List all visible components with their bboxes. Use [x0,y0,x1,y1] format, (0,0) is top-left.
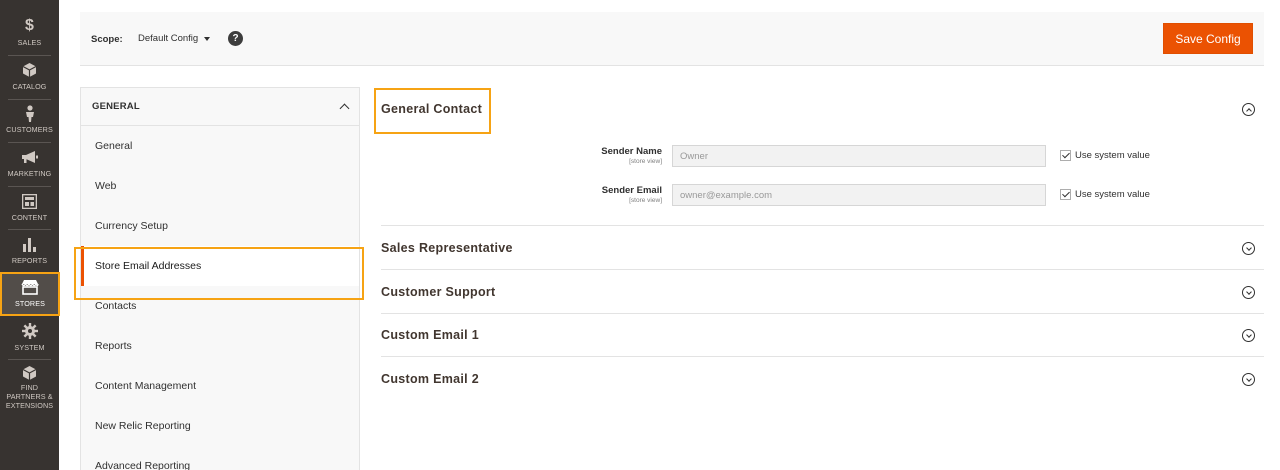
section-title: Sales Representative [381,241,513,255]
chevron-up-icon [339,103,350,114]
nav-item-reports[interactable]: REPORTS [0,233,59,276]
nav-label: REPORTS [11,256,48,265]
nav-item-customers[interactable]: CUSTOMERS [0,102,59,145]
field-label-text: Sender Name [601,146,662,157]
nav-item-sales[interactable]: $ SALES [0,15,59,58]
use-system-value-checkbox[interactable]: Use system value [1060,150,1150,161]
admin-sidebar: $ SALES CATALOG CUSTOMERS MARKETING CONT… [0,0,60,470]
config-item-currency-setup[interactable]: Currency Setup [81,206,359,246]
nav-label: FIND PARTNERS & EXTENSIONS [5,383,54,410]
config-item-contacts[interactable]: Contacts [81,286,359,326]
section-general-contact: General Contact Sender Name [store view]… [381,87,1264,226]
chevron-down-icon[interactable] [1242,286,1255,299]
config-group-title: GENERAL [92,101,140,112]
nav-item-stores[interactable]: STORES [0,272,60,316]
nav-divider [8,55,51,56]
field-label: Sender Name [store view] [601,146,662,165]
section-title: Custom Email 2 [381,372,479,386]
nav-label: CATALOG [12,82,47,91]
nav-divider [8,99,51,100]
section-customer-support[interactable]: Customer Support [381,270,1264,314]
config-item-new-relic-reporting[interactable]: New Relic Reporting [81,406,359,446]
scope-label: Scope: [91,34,123,45]
save-config-button[interactable]: Save Config [1163,23,1253,54]
nav-item-content[interactable]: CONTENT [0,190,59,233]
nav-label: CUSTOMERS [6,125,53,134]
config-item-web[interactable]: Web [81,166,359,206]
config-sidebar: GENERAL General Web Currency Setup Store… [80,87,360,470]
sender-email-input[interactable]: owner@example.com [672,184,1046,206]
nav-item-find-partners[interactable]: FIND PARTNERS & EXTENSIONS [0,363,59,410]
section-sales-representative[interactable]: Sales Representative [381,226,1264,270]
help-icon[interactable]: ? [228,31,243,46]
section-custom-email-2[interactable]: Custom Email 2 [381,357,1264,401]
sender-name-input[interactable]: Owner [672,145,1046,167]
config-item-list: General Web Currency Setup Store Email A… [81,126,359,470]
field-scope-text: [store view] [629,158,662,165]
config-item-reports[interactable]: Reports [81,326,359,366]
storefront-icon [21,278,39,296]
nav-label: STORES [14,299,46,308]
chevron-down-icon[interactable] [1242,329,1255,342]
config-item-content-management[interactable]: Content Management [81,366,359,406]
extensions-box-icon [22,365,37,381]
gear-icon [21,322,38,340]
field-sender-name: Sender Name [store view] Owner Use syste… [381,145,1264,169]
nav-label: CONTENT [11,213,48,222]
field-sender-email: Sender Email [store view] owner@example.… [381,184,1264,208]
chevron-down-icon[interactable] [1242,242,1255,255]
nav-item-system[interactable]: SYSTEM [0,320,59,363]
field-label-text: Sender Email [601,185,662,196]
chevron-up-icon[interactable] [1242,103,1255,116]
megaphone-icon [21,148,38,166]
customers-person-icon [24,104,36,122]
use-system-value-label: Use system value [1075,189,1150,200]
page-actions-bar: Scope: Default Config ? Save Config [80,12,1264,66]
nav-divider [8,142,51,143]
section-title: Customer Support [381,285,496,299]
caret-down-icon [204,36,211,41]
nav-label: MARKETING [7,169,52,178]
chevron-down-icon[interactable] [1242,373,1255,386]
nav-divider [8,359,51,360]
catalog-box-icon [22,61,37,79]
section-title: Custom Email 1 [381,328,479,342]
config-item-store-email-addresses[interactable]: Store Email Addresses [81,246,359,286]
nav-item-catalog[interactable]: CATALOG [0,59,59,102]
nav-item-marketing[interactable]: MARKETING [0,146,59,189]
section-custom-email-1[interactable]: Custom Email 1 [381,314,1264,357]
config-main: General Contact Sender Name [store view]… [381,87,1264,470]
content-layout-icon [22,192,37,210]
dollar-icon: $ [25,17,34,34]
scope-value: Default Config [138,33,199,44]
nav-label: SALES [17,38,42,47]
config-item-general[interactable]: General [81,126,359,166]
checkbox-checked-icon[interactable] [1060,189,1071,200]
nav-divider [8,186,51,187]
use-system-value-checkbox[interactable]: Use system value [1060,189,1150,200]
bar-chart-icon [22,235,37,253]
checkbox-checked-icon[interactable] [1060,150,1071,161]
nav-label: SYSTEM [14,343,45,352]
use-system-value-label: Use system value [1075,150,1150,161]
field-label: Sender Email [store view] [602,185,662,204]
config-group-general[interactable]: GENERAL [81,88,359,126]
config-item-advanced-reporting[interactable]: Advanced Reporting [81,446,359,470]
nav-divider [8,229,51,230]
scope-switcher[interactable]: Default Config [138,33,211,44]
field-scope-text: [store view] [629,197,662,204]
section-title[interactable]: General Contact [381,102,482,116]
